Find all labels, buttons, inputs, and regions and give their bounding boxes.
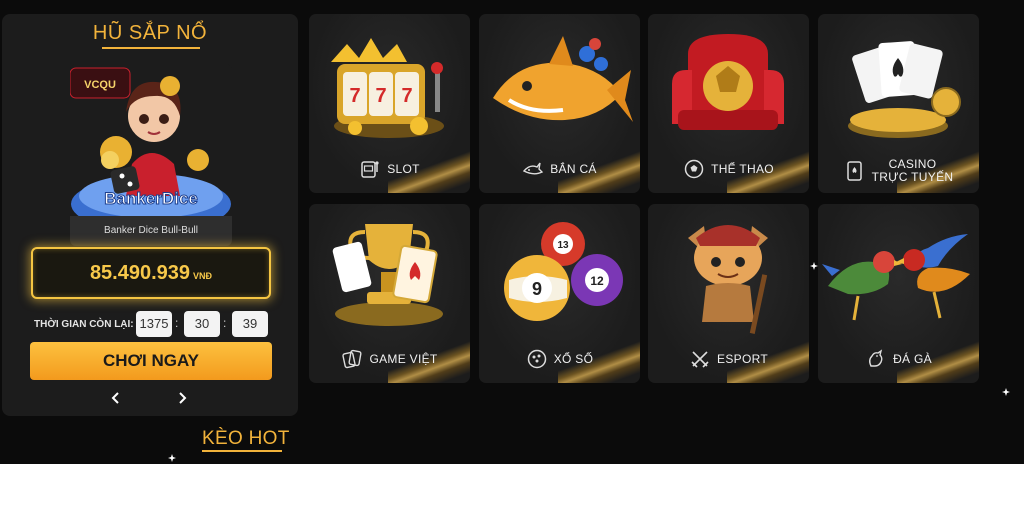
category-tile-the-thao[interactable]: THỂ THAO [648, 14, 809, 193]
da-ga-label: ĐÁ GÀ [893, 352, 932, 366]
fighting-roosters-art [822, 234, 970, 321]
category-tile-xo-so[interactable]: 13 9 12 XỔ SỐ [479, 204, 640, 383]
casino-label-line2: TRỰC TUYẾN [871, 170, 954, 184]
category-tile-da-ga[interactable]: ĐÁ GÀ [818, 204, 979, 383]
svg-text:7: 7 [401, 85, 412, 107]
game-viet-label: GAME VIỆT [369, 352, 438, 366]
crossed-swords-icon [691, 351, 709, 368]
keo-hot-underline [202, 450, 282, 452]
jackpot-title-underline [102, 47, 200, 49]
ball-13-number: 13 [557, 240, 569, 251]
esport-character-art [688, 225, 768, 334]
category-label: ĐÁ GÀ [818, 348, 979, 370]
the-thao-label: THỂ THAO [711, 162, 774, 176]
jackpot-game-name: Banker Dice Bull-Bull [70, 216, 232, 246]
slot-machine-art: 7 7 7 [331, 38, 444, 138]
category-tile-game-viet[interactable]: GAME VIỆT [309, 204, 470, 383]
svg-text:7: 7 [375, 85, 386, 107]
soccer-ball-icon [684, 159, 704, 179]
category-tile-esport[interactable]: ESPORT [648, 204, 809, 383]
jackpot-amount: 85.490.939 [89, 262, 191, 284]
lottery-balls-icon [527, 349, 546, 369]
jackpot-amount-box: 85.490.939 VNĐ [31, 247, 271, 299]
category-label: GAME VIỆT [309, 348, 470, 370]
category-label: XỔ SỐ [479, 348, 640, 370]
jackpot-game-art: VCQU BankerDice [70, 64, 232, 216]
ban-ca-label: BẮN CÁ [550, 162, 597, 176]
sparkle-icon [168, 454, 176, 462]
card-hand-icon [342, 349, 362, 369]
chevron-right-icon[interactable] [174, 390, 190, 406]
page-stage: HŨ SẮP NỔ VCQU BankerDice Banker Dice Bu… [0, 0, 1024, 464]
category-label: BẮN CÁ [479, 158, 640, 180]
ball-9-number: 9 [532, 279, 542, 299]
category-label: SLOT [309, 158, 470, 180]
rooster-icon [869, 349, 883, 367]
shark-art [493, 36, 633, 122]
slot-machine-icon [361, 161, 379, 178]
timer-seconds: 39 [232, 311, 268, 337]
jackpot-panel: HŨ SẮP NỔ VCQU BankerDice Banker Dice Bu… [2, 14, 298, 416]
game-title-art: BankerDice [104, 189, 198, 208]
ball-12-number: 12 [590, 274, 604, 288]
keo-hot-heading: KÈO HOT [202, 428, 290, 449]
casino-cards-art [848, 41, 961, 138]
sparkle-icon [1002, 388, 1010, 396]
jackpot-game-card[interactable]: VCQU BankerDice Banker Dice Bull-Bull [70, 64, 232, 246]
category-tile-casino[interactable]: CASINO TRỰC TUYẾN [818, 14, 979, 193]
chevron-left-icon[interactable] [108, 390, 124, 406]
svg-text:7: 7 [349, 85, 360, 107]
play-now-button[interactable]: CHƠI NGAY [30, 342, 272, 380]
jackpot-title: HŨ SẮP NỔ [92, 22, 208, 44]
slot-label: SLOT [387, 162, 420, 176]
category-label: CASINO TRỰC TUYẾN [818, 158, 979, 184]
lottery-balls-art: 13 9 12 [504, 222, 623, 321]
trophy-cards-art [332, 224, 443, 326]
xo-so-label: XỔ SỐ [553, 352, 594, 366]
soccer-throne-art [672, 34, 784, 130]
timer-minutes: 30 [184, 311, 220, 337]
jackpot-currency: VNĐ [193, 271, 213, 281]
category-tile-ban-ca[interactable]: BẮN CÁ [479, 14, 640, 193]
timer-label: THỜI GIAN CÒN LẠI: [34, 319, 134, 330]
esport-label: ESPORT [717, 352, 768, 366]
category-label: ESPORT [648, 348, 809, 370]
sparkle-icon [810, 262, 818, 270]
playing-card-icon [846, 161, 862, 181]
category-tile-slot[interactable]: 7 7 7 SLOT [309, 14, 470, 193]
timer-separator: : [223, 316, 227, 330]
category-label: THỂ THAO [648, 158, 809, 180]
shark-icon [523, 162, 544, 175]
timer-hours: 1375 [136, 311, 172, 337]
game-logo-text: VCQU [84, 79, 116, 91]
timer-separator: : [175, 316, 179, 330]
